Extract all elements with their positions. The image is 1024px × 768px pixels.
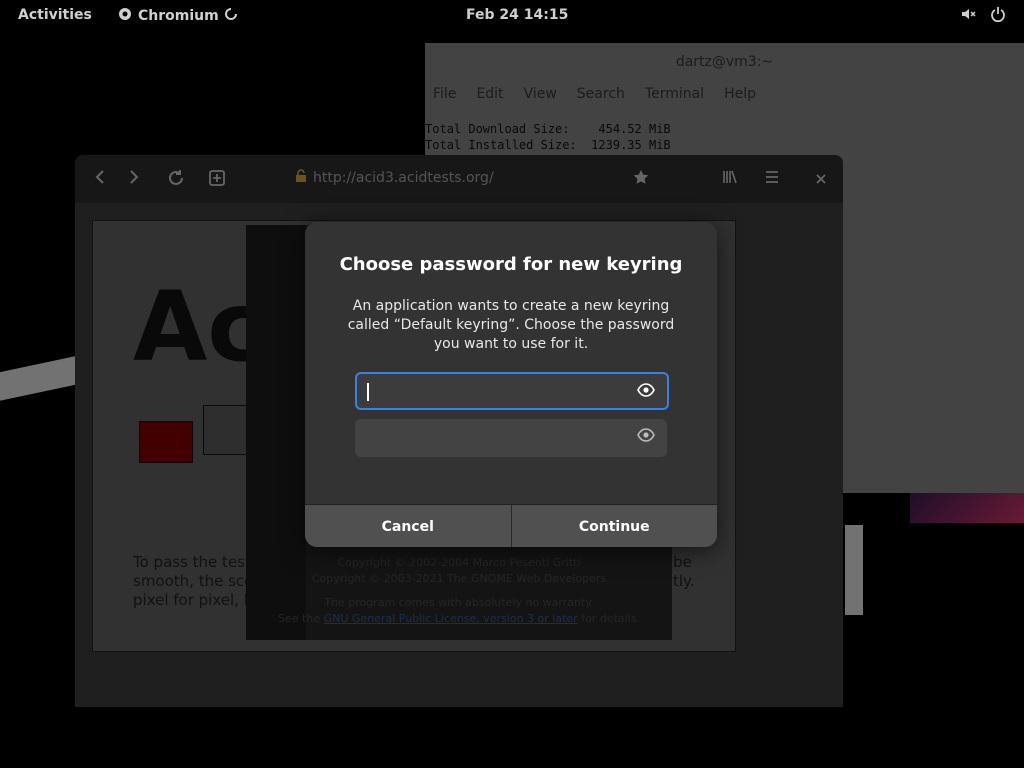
loading-spinner-icon bbox=[224, 8, 237, 24]
system-menu[interactable] bbox=[960, 6, 1006, 26]
confirm-password-field[interactable] bbox=[355, 419, 667, 459]
password-input[interactable] bbox=[367, 374, 631, 410]
text-cursor bbox=[367, 383, 369, 401]
keyring-password-dialog: Choose password for new keyring An appli… bbox=[305, 222, 717, 547]
app-menu[interactable]: Chromium bbox=[118, 7, 237, 25]
top-bar: Activities Chromium Feb 24 14:15 bbox=[0, 0, 1024, 32]
confirm-password-input[interactable] bbox=[365, 419, 629, 459]
cancel-button[interactable]: Cancel bbox=[305, 505, 511, 547]
continue-button[interactable]: Continue bbox=[510, 505, 717, 547]
show-password-icon[interactable] bbox=[637, 427, 655, 447]
show-password-icon[interactable] bbox=[637, 382, 655, 402]
dialog-description: An application wants to create a new key… bbox=[347, 298, 675, 352]
app-name: Chromium bbox=[138, 8, 219, 24]
dialog-button-row: Cancel Continue bbox=[305, 504, 717, 547]
volume-muted-icon bbox=[960, 6, 976, 26]
dialog-title: Choose password for new keyring bbox=[339, 254, 683, 275]
clock[interactable]: Feb 24 14:15 bbox=[466, 7, 568, 23]
password-field[interactable] bbox=[355, 372, 669, 410]
activities-button[interactable]: Activities bbox=[18, 7, 92, 23]
power-icon bbox=[990, 6, 1006, 26]
chromium-icon bbox=[118, 7, 132, 25]
